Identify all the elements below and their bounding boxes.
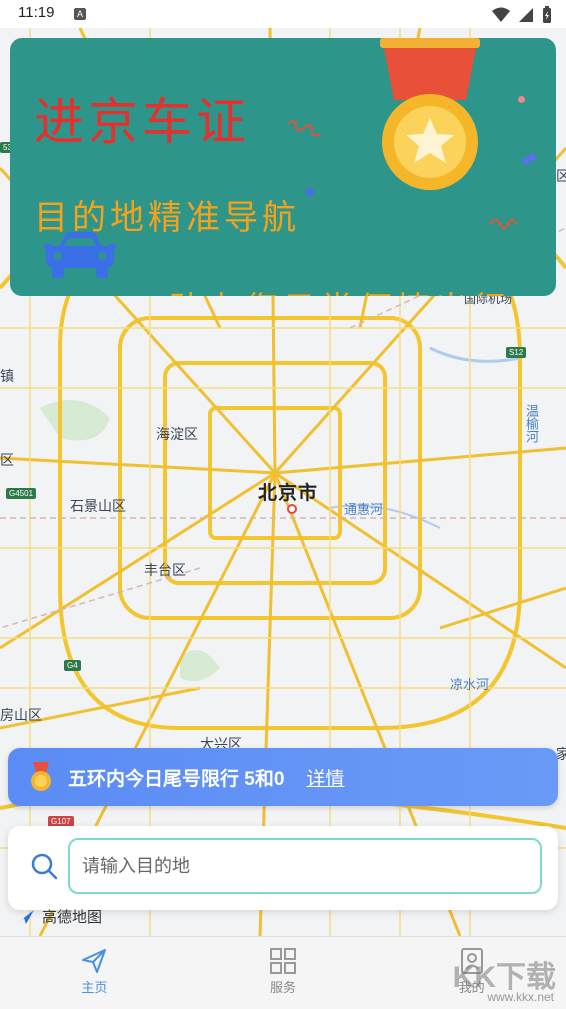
grid-icon	[270, 948, 296, 974]
map-label-liangshui-river: 凉水河	[450, 677, 490, 692]
map-label-edge-zhen: 镇	[0, 368, 14, 384]
amap-arrow-icon	[16, 909, 34, 924]
confetti-bar-blue	[521, 152, 537, 166]
map-label-fangshan: 房山区	[0, 707, 42, 723]
restriction-notice[interactable]: 五环内今日尾号限行 5和0 详情	[8, 748, 558, 806]
paper-plane-icon	[82, 949, 107, 973]
status-time: 11:19	[18, 4, 55, 21]
map-label-fengtai: 丰台区	[144, 562, 186, 578]
signal-icon	[519, 8, 533, 22]
restriction-details-link[interactable]: 详情	[306, 764, 344, 791]
car-icon	[44, 232, 116, 278]
medal-icon	[380, 38, 480, 190]
map-label-edge-ce: 区	[556, 168, 566, 184]
map-label-beijing: 北京市	[258, 483, 319, 504]
nav-label-service: 服务	[270, 980, 297, 995]
medal-small-icon	[31, 762, 51, 791]
amap-logo: 高德地图	[14, 906, 102, 927]
banner-subtitle-travel: 助力您日常便捷出行	[168, 282, 510, 296]
confetti-dot-blue	[306, 188, 314, 196]
confetti-swirl-icon	[287, 120, 321, 137]
nav-item-service[interactable]: 服务	[189, 937, 378, 1009]
restriction-text: 五环内今日尾号限行 5和0	[68, 768, 285, 790]
destination-search-input[interactable]	[68, 838, 542, 894]
map-label-wenyu-river: 温榆河	[524, 404, 539, 443]
amap-logo-text: 高德地图	[42, 909, 103, 926]
banner-title: 进京车证	[34, 93, 250, 151]
search-icon[interactable]	[30, 852, 58, 880]
confetti-swirl-small-icon	[489, 219, 517, 229]
map-label-edge-qu: 区	[0, 452, 14, 468]
nav-item-home[interactable]: 主页	[0, 937, 189, 1009]
road-badge-g4501: G4501	[6, 488, 37, 499]
battery-icon	[543, 6, 551, 23]
watermark-sub: www.kkx.net	[487, 990, 554, 1004]
status-icons	[492, 6, 552, 24]
confetti-dot-pink	[518, 96, 525, 103]
road-badge-g4: G4	[64, 660, 81, 671]
map-label-shijingshan: 石景山区	[70, 498, 126, 514]
nav-label-home: 主页	[81, 980, 108, 995]
watermark: KK下载 www.kkx.net	[450, 952, 560, 1006]
promo-banner[interactable]: 进京车证 目的地精准导航 助力您日常便捷出行	[10, 38, 556, 296]
road-badge-s12: S12	[506, 347, 527, 358]
search-card	[8, 826, 558, 910]
map-label-haidian: 海淀区	[156, 426, 198, 442]
map-label-tonghui-river: 通惠河	[344, 502, 384, 517]
notification-a-icon: A	[74, 8, 86, 20]
wifi-icon	[492, 7, 510, 22]
status-bar: 11:19 A	[0, 0, 566, 28]
